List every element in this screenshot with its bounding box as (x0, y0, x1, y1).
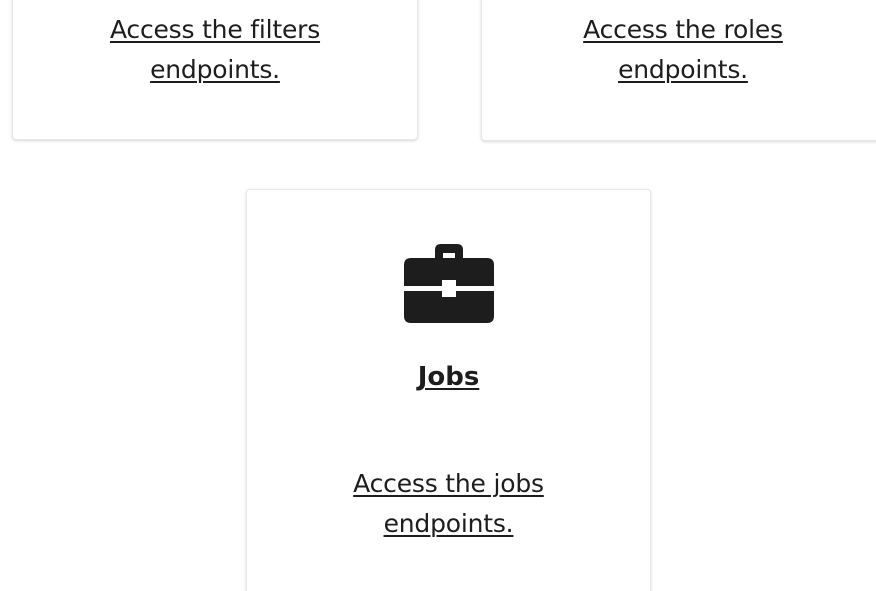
card-filters: Access the filters endpoints. (12, 0, 418, 140)
card-description: Access the filters endpoints. (13, 10, 417, 90)
card-description: Access the roles endpoints. (482, 10, 876, 90)
roles-endpoints-link[interactable]: Access the roles endpoints. (558, 10, 808, 90)
filters-endpoints-link[interactable]: Access the filters endpoints. (90, 10, 340, 90)
jobs-endpoints-link[interactable]: Access the jobs endpoints. (324, 464, 574, 544)
briefcase-icon (403, 244, 494, 323)
page: Access the filters endpoints. Access the… (0, 0, 876, 591)
jobs-title-link[interactable]: Jobs (418, 362, 480, 392)
card-roles: Access the roles endpoints. (481, 0, 876, 141)
card-title: Jobs (247, 359, 650, 395)
card-description: Access the jobs endpoints. (247, 464, 650, 544)
card-icon-wrapper (247, 242, 650, 326)
card-jobs: Jobs Access the jobs endpoints. (246, 189, 651, 591)
